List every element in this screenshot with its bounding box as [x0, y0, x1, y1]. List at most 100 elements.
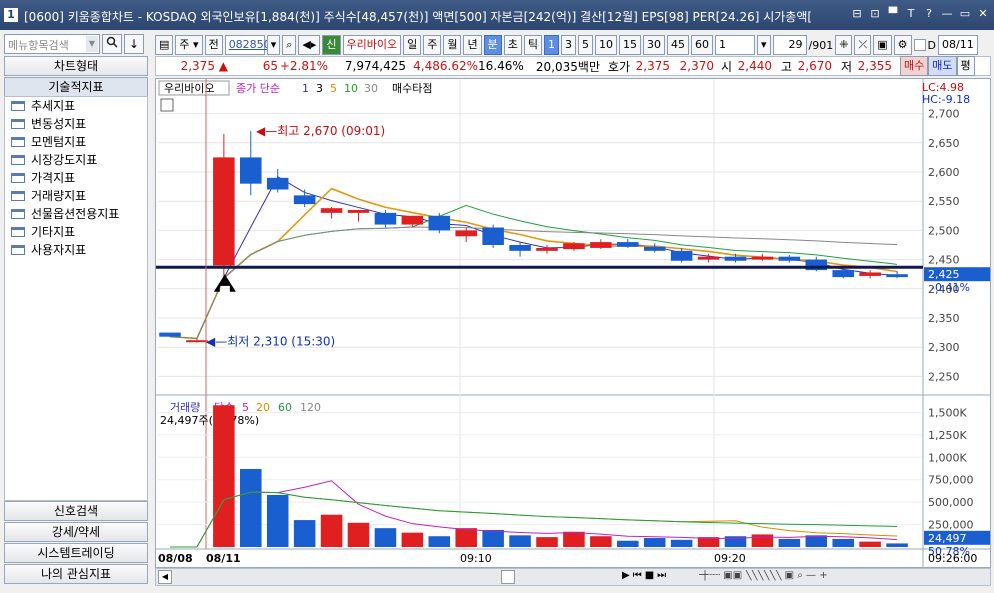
menu-search-input[interactable]: 메뉴항목검색 ▼ [4, 34, 100, 54]
window-icon[interactable]: ⊡ [868, 6, 882, 22]
folder-icon [11, 227, 25, 237]
scroll-thumb[interactable] [501, 570, 515, 584]
volume-bar [617, 540, 639, 547]
eval-button[interactable]: 평 [956, 56, 975, 76]
tree-item-price[interactable]: 가격지표 [5, 169, 147, 187]
bid-price: 2,370 [679, 59, 714, 73]
candle-body [374, 212, 397, 225]
candle-body [347, 209, 370, 213]
maximize-icon[interactable]: ▭ [958, 6, 972, 22]
price-tick-label: 2,450 [928, 254, 960, 267]
stock-code-input[interactable]: 082850 [224, 35, 271, 55]
tree-item-trend[interactable]: 추세지표 [5, 97, 147, 115]
period-second[interactable]: 초 [503, 35, 522, 55]
search-icon[interactable]: ⌕ [282, 35, 297, 55]
legend-ma-period: 1 [302, 82, 309, 95]
my-indicators-button[interactable]: 나의 관심지표 [4, 564, 148, 584]
window-number: 1 [4, 8, 18, 22]
x-label-date1: 08/08 [158, 552, 193, 565]
interval-5[interactable]: 5 [577, 35, 593, 55]
code-dropdown-icon[interactable]: ▾ [266, 35, 281, 55]
multiplier-select[interactable]: 1 [714, 35, 755, 55]
window-controls: ⊟ ⊡ ▀ T ? — ▭ ✕ [850, 6, 990, 22]
interval-10[interactable]: 10 [594, 35, 617, 55]
system-trading-button[interactable]: 시스템트레이딩 [4, 543, 148, 563]
period-year[interactable]: 년 [463, 35, 482, 55]
prev-button[interactable]: 전 [204, 35, 223, 55]
price-change: 65 [262, 59, 278, 73]
pin-icon[interactable]: ▀ [886, 6, 900, 22]
buy-button[interactable]: 매수 [900, 56, 929, 76]
price-change-pct: +2.81% [279, 59, 328, 73]
volume-bar [751, 534, 774, 547]
volume-ratio: 4,486.62% [413, 59, 478, 73]
interval-3[interactable]: 3 [560, 35, 576, 55]
strength-button[interactable]: 강세/약세 [4, 522, 148, 542]
sound-icon[interactable]: ◀▸ [298, 35, 321, 55]
date-input[interactable]: 08/11 [938, 35, 978, 55]
tab-tech-indicators[interactable]: 기술적지표 [4, 77, 148, 97]
font-icon[interactable]: T [904, 6, 918, 22]
tree-item-volume[interactable]: 거래량지표 [5, 187, 147, 205]
chart-toolbar: ▤ 주 ▾ 전 082850 ▾ ⌕ ◀▸ 신 우리바이오 일 주 월 년 분 … [155, 34, 991, 56]
tools-icon[interactable]: ⤫ [854, 35, 872, 55]
help-icon[interactable]: ? [922, 6, 936, 22]
gear-icon[interactable]: ⚙ [893, 35, 912, 55]
volume-bar [347, 522, 370, 547]
interval-30[interactable]: 30 [642, 35, 665, 55]
crosshair-icon[interactable]: ⁜ [835, 35, 853, 55]
window-title: [0600] 키움종합차트 - KOSDAQ 외국인보유[1,884(천)] 주… [24, 10, 813, 24]
volume-bar [401, 532, 424, 547]
period-month[interactable]: 월 [443, 35, 462, 55]
interval-15[interactable]: 15 [618, 35, 641, 55]
tree-item-futures[interactable]: 선물옵션전용지표 [5, 205, 147, 223]
menu-search: 메뉴항목검색 ▼ ↓ [4, 34, 148, 54]
candle-body [617, 242, 639, 247]
date-checkbox[interactable] [913, 39, 926, 51]
volume-bar [670, 539, 693, 547]
candle-body [159, 332, 181, 337]
playback-controls[interactable]: ▶⏮■⏭ [622, 570, 669, 581]
interval-1[interactable]: 1 [543, 35, 559, 55]
close-icon[interactable]: ✕ [976, 6, 990, 22]
period-day[interactable]: 일 [403, 35, 422, 55]
search-icon[interactable] [102, 34, 122, 54]
sell-button[interactable]: 매도 [928, 56, 957, 76]
position-input[interactable]: 29 [772, 35, 807, 55]
volume-bar [266, 494, 289, 547]
stock-type-select[interactable]: 주 ▾ [175, 35, 203, 55]
period-week[interactable]: 주 [423, 35, 442, 55]
tree-item-market-strength[interactable]: 시장강도지표 [5, 151, 147, 169]
tree-item-momentum[interactable]: 모멘텀지표 [5, 133, 147, 151]
save-icon[interactable]: ▣ [873, 35, 892, 55]
high-annotation: ◀—최고 2,670 (09:01) [256, 124, 385, 138]
chart-scrollbar[interactable]: ◀ ▶⏮■⏭ ╶┼┈┈ ▣▣ ╲╲╲╲╲╲ ▣ ⌕ — + [155, 568, 991, 586]
tree-item-other[interactable]: 기타지표 [5, 223, 147, 241]
scroll-left-icon[interactable]: ◀ [158, 570, 172, 584]
layout-icon[interactable]: ⊟ [850, 6, 864, 22]
period-tick[interactable]: 틱 [523, 35, 542, 55]
minimize-icon[interactable]: — [940, 6, 954, 22]
volume-bar [320, 514, 343, 547]
current-pct-label: -0.41% [931, 281, 970, 294]
candle-body [859, 272, 881, 276]
signal-search-button[interactable]: 신호검색 [4, 501, 148, 521]
open-price: 2,440 [737, 59, 772, 73]
candle-body [213, 157, 235, 266]
price-chart[interactable]: 2,7002,6502,6002,5502,5002,4502,4002,350… [156, 79, 990, 567]
multiplier-dropdown-icon[interactable]: ▾ [756, 35, 771, 55]
interval-60[interactable]: 60 [690, 35, 713, 55]
high-price: 2,670 [797, 59, 832, 73]
tab-chart-type[interactable]: 차트형태 [4, 56, 148, 76]
tree-item-volatility[interactable]: 변동성지표 [5, 115, 147, 133]
open-label: 시 [720, 59, 732, 74]
time-display: 09:26:00 [928, 552, 977, 565]
period-minute[interactable]: 분 [483, 35, 502, 55]
tree-item-user[interactable]: 사용자지표 [5, 241, 147, 259]
dropdown-icon[interactable]: ▼ [86, 36, 98, 52]
down-arrow-icon[interactable]: ↓ [124, 34, 144, 54]
drawing-tools[interactable]: ╶┼┈┈ ▣▣ ╲╲╲╲╲╲ ▣ ⌕ — + [696, 570, 986, 581]
grid-toggle-icon[interactable]: ▤ [155, 35, 174, 55]
chart-area[interactable]: 2,700 2,650 2,600 2,550 2,500 2,450 2,400 2,350… [155, 78, 991, 568]
interval-45[interactable]: 45 [666, 35, 689, 55]
